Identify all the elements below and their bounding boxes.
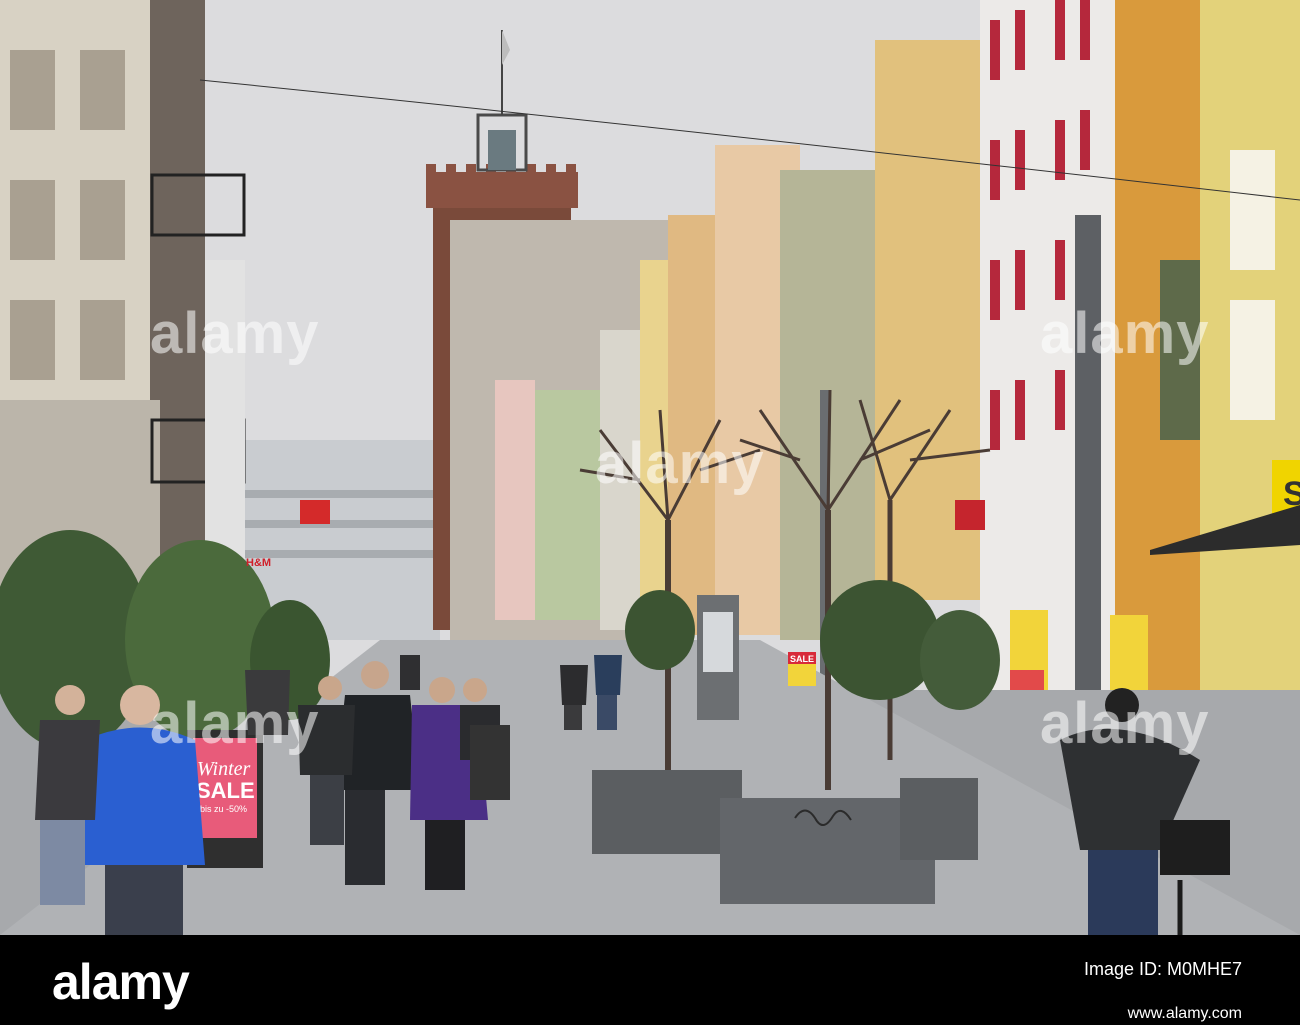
alamy-logo[interactable]: alamy [52, 953, 190, 1011]
shop-logo [955, 500, 985, 530]
watermark: alamy [1040, 691, 1210, 756]
hm-sign: H&M [246, 557, 271, 569]
svg-text:SALE: SALE [196, 778, 255, 803]
watermark: alamy [595, 431, 765, 496]
planter [900, 778, 978, 860]
watermark: alamy [150, 301, 320, 366]
store-sale-sign: SALE [788, 652, 816, 686]
svg-text:bis zu -50%: bis zu -50% [200, 804, 247, 814]
footer-url[interactable]: www.alamy.com [1128, 1005, 1242, 1023]
watermark: alamy [150, 691, 320, 756]
bicycle-basket [1160, 820, 1230, 875]
planter [592, 770, 742, 854]
sparkasse-logo [300, 500, 330, 524]
image-id: Image ID: M0MHE7 [1084, 959, 1242, 981]
footer-bar: alamy Image ID: M0MHE7 www.alamy.com [0, 935, 1300, 1025]
svg-text:Winter: Winter [197, 758, 251, 780]
street-photo: S Winter SALE bis zu -50% SALE H&M alamy… [0, 0, 1300, 935]
watermark: alamy [1040, 301, 1210, 366]
svg-text:SALE: SALE [790, 654, 814, 664]
image-id-label: Image ID: M0MHE7 [1083, 959, 1242, 979]
